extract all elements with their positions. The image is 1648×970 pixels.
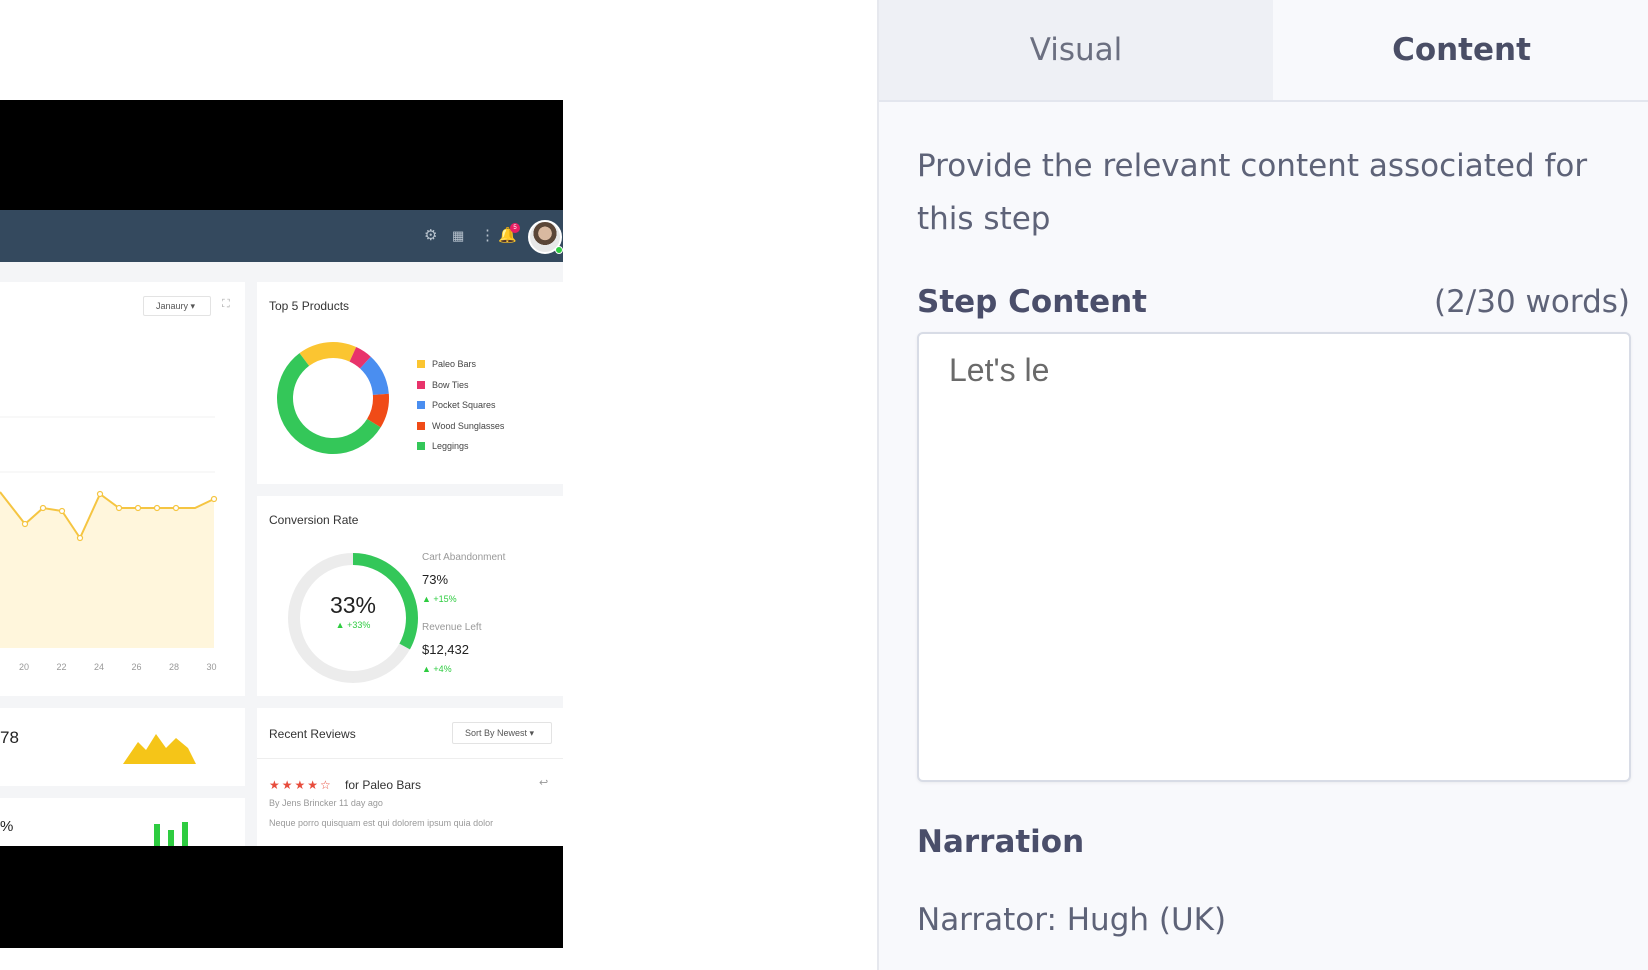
sales-chart-card: Janaury ▾ ⛶ 20 22 24 26 28 30: [0, 282, 245, 696]
revenue-left-change: ▲ +4%: [422, 664, 452, 674]
cart-abandonment-label: Cart Abandonment: [422, 552, 506, 563]
step-content-input[interactable]: [917, 332, 1631, 782]
data-point: [76, 534, 84, 542]
reviews-card: Recent Reviews Sort By Newest ▾ ★★★★☆ fo…: [257, 708, 563, 846]
legend-swatch: [417, 360, 425, 368]
revenue-left-label: Revenue Left: [422, 622, 482, 633]
kpi-bar: [154, 824, 160, 846]
step-editor-panel: Visual Content Provide the relevant cont…: [877, 0, 1648, 970]
donut-legend: Paleo Bars Bow Ties Pocket Squares Wood Sun…: [417, 358, 504, 461]
x-tick-label: 24: [94, 662, 105, 672]
data-point: [172, 504, 180, 512]
divider: [257, 758, 563, 759]
cart-abandonment-change: ▲ +15%: [422, 594, 457, 604]
area-chart: [0, 416, 218, 648]
dashboard-topbar: ⚙ ▦ ⋮ 🔔 5: [0, 210, 563, 262]
review-body: Neque porro quisquam est qui dolorem ips…: [269, 818, 494, 828]
kpi-value: 78: [0, 728, 19, 747]
x-tick-label: 22: [56, 662, 67, 672]
app-root: ⚙ ▦ ⋮ 🔔 5 Janaury ▾ ⛶ 20 22 24 26 28 30 …: [0, 0, 1648, 970]
donut-chart: [277, 342, 389, 454]
legend-swatch: [417, 421, 425, 430]
reply-icon: ↩: [539, 777, 549, 789]
legend-item: Bow Ties: [417, 379, 504, 400]
legend-swatch: [417, 401, 425, 409]
donut-slice: [299, 342, 357, 366]
sort-dropdown-label: Sort By Newest: [465, 728, 528, 738]
notification-badge: 5: [510, 223, 520, 233]
x-tick-label: 26: [131, 662, 142, 672]
sparkline-area: [123, 734, 196, 764]
data-point: [96, 490, 104, 498]
data-point: [21, 520, 29, 528]
data-point: [115, 504, 123, 512]
legend-label: Wood Sunglasses: [432, 420, 505, 431]
data-point: [134, 504, 142, 512]
data-point: [153, 504, 161, 512]
dashboard-screenshot: ⚙ ▦ ⋮ 🔔 5 Janaury ▾ ⛶ 20 22 24 26 28 30 …: [0, 210, 563, 846]
conversion-rate-value: 33%: [329, 592, 377, 618]
kpi-card: 78: [0, 708, 245, 786]
top-products-card: Top 5 Products Paleo Bars Bow Ties Pocket …: [257, 282, 563, 484]
video-preview[interactable]: ⚙ ▦ ⋮ 🔔 5 Janaury ▾ ⛶ 20 22 24 26 28 30 …: [0, 100, 563, 948]
x-tick-label: 28: [169, 662, 180, 672]
review-product: for Paleo Bars: [345, 778, 422, 792]
conversion-rate-change: ▲ +33%: [335, 620, 371, 630]
data-point: [210, 495, 218, 503]
grid-icon: ▦: [452, 228, 465, 243]
conversion-card: Conversion Rate 33% ▲ +33% Cart Abandonm…: [257, 496, 563, 696]
tab-visual[interactable]: Visual: [879, 0, 1273, 100]
online-status-dot: [555, 246, 563, 254]
legend-label: Paleo Bars: [432, 359, 477, 369]
conversion-title: Conversion Rate: [269, 513, 359, 527]
legend-label: Pocket Squares: [432, 400, 496, 410]
more-vertical-icon: ⋮: [480, 227, 495, 244]
kpi-sparkline: [123, 734, 196, 764]
kpi-bar: [182, 822, 188, 846]
narration-heading: Narration: [917, 824, 1085, 860]
legend-swatch: [417, 380, 425, 389]
legend-label: Bow Ties: [432, 379, 469, 390]
review-author: By Jens Brincker 11 day ago: [269, 798, 383, 808]
cart-abandonment-value: 73%: [422, 572, 449, 587]
sort-dropdown: Sort By Newest ▾: [452, 722, 552, 744]
area-fill: [0, 492, 214, 648]
kpi-card-2: %: [0, 798, 245, 846]
gear-icon: ⚙: [424, 227, 438, 244]
kpi-percent: %: [0, 818, 14, 835]
x-tick-label: 30: [206, 662, 217, 672]
legend-item: Leggings: [417, 440, 504, 461]
word-count: (2/30 words): [1433, 284, 1630, 320]
legend-swatch: [417, 442, 425, 450]
tab-content[interactable]: Content: [1273, 0, 1648, 100]
legend-item: Paleo Bars: [417, 358, 504, 379]
narrator-selector[interactable]: Narrator: Hugh (UK): [917, 902, 1226, 938]
legend-item: Wood Sunglasses: [417, 420, 504, 441]
data-point: [39, 504, 47, 512]
editor-tabs: Visual Content: [879, 0, 1648, 102]
step-content-label: Step Content: [917, 284, 1148, 320]
reviews-title: Recent Reviews: [269, 727, 356, 741]
legend-item: Pocket Squares: [417, 399, 504, 420]
kpi-bar: [168, 830, 174, 846]
top-products-title: Top 5 Products: [269, 299, 350, 313]
content-description: Provide the relevant content associated …: [917, 148, 1588, 237]
legend-label: Leggings: [432, 441, 469, 451]
x-tick-label: 20: [19, 662, 30, 672]
kpi-bars: [154, 822, 188, 846]
review-stars: ★★★★☆: [269, 778, 333, 792]
data-point: [58, 507, 66, 515]
revenue-left-value: $12,432: [422, 642, 469, 657]
